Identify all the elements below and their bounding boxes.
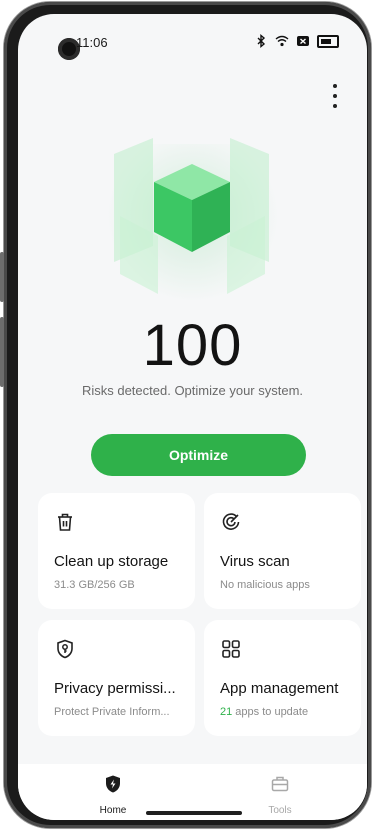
status-time: 11:06 [76,35,108,50]
apps-grid-icon [222,640,240,658]
more-options-icon[interactable] [323,84,347,108]
card-title: Privacy permissi... [54,680,176,697]
phone-frame: 11:06 100 Risks detected. Optimize your … [0,2,371,828]
home-shield-icon [106,775,120,793]
update-count: 21 [220,706,233,718]
trash-icon [58,513,72,531]
status-bar: 11:06 [18,14,367,60]
card-subtitle: Protect Private Inform... [54,706,170,718]
volume-button [0,252,4,302]
virus-scan-icon [222,513,240,530]
wifi-icon [275,35,289,47]
status-icons [254,34,339,48]
nav-home-label: Home [99,805,127,816]
nav-home[interactable]: Home [73,774,153,816]
card-subtitle: 31.3 GB/256 GB [54,579,135,591]
app-management-card[interactable]: App management 21 apps to update [204,620,361,736]
screen: 11:06 100 Risks detected. Optimize your … [18,14,367,820]
update-label: apps to update [232,706,309,718]
risk-score: 100 [142,313,243,378]
card-subtitle: 21 apps to update [220,706,350,718]
optimize-button[interactable]: Optimize [91,434,306,476]
battery-icon [317,34,339,48]
nav-tools-label: Tools [268,805,292,816]
clean-up-storage-card[interactable]: Clean up storage 31.3 GB/256 GB [38,493,195,609]
card-title: App management [220,680,339,697]
risk-message: Risks detected. Optimize your system. [81,383,304,398]
card-title: Virus scan [220,553,290,570]
toolbox-icon [271,776,289,792]
cube-icon [114,138,269,294]
security-illustration [18,124,367,304]
privacy-permissions-card[interactable]: Privacy permissi... Protect Private Info… [38,620,195,736]
sim-blocked-icon [297,36,309,46]
card-title: Clean up storage [54,553,169,570]
card-subtitle: No malicious apps [220,579,310,591]
power-button [0,317,4,387]
gesture-handle[interactable] [146,811,242,815]
privacy-shield-icon [57,639,73,659]
nav-tools[interactable]: Tools [240,774,320,816]
virus-scan-card[interactable]: Virus scan No malicious apps [204,493,361,609]
bluetooth-icon [257,34,266,48]
